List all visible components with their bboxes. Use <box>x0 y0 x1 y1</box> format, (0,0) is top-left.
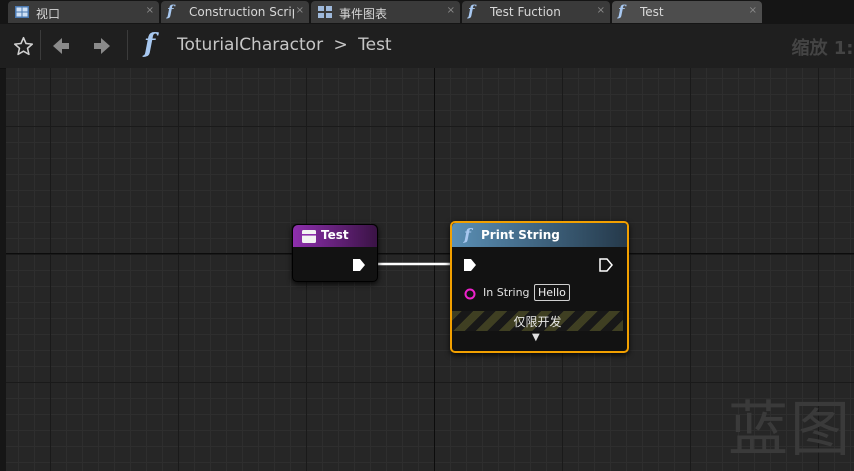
exec-output-pin-icon[interactable] <box>351 258 367 272</box>
development-only-label: 仅限开发 <box>513 315 562 329</box>
function-icon: f <box>464 225 471 244</box>
blueprint-watermark: 蓝图 <box>728 395 852 465</box>
exec-input-pin-icon[interactable] <box>462 258 478 272</box>
string-pin-icon[interactable] <box>464 288 477 300</box>
exec-wire <box>366 262 466 266</box>
function-entry-icon <box>302 230 316 243</box>
input-label: In String <box>483 286 530 299</box>
expand-arrow-icon[interactable]: ▼ <box>532 332 540 343</box>
in-string-input[interactable]: Hello <box>534 284 570 301</box>
exec-output-pin-icon[interactable] <box>598 258 614 272</box>
node-title: Print String <box>481 228 560 242</box>
node-title: Test <box>321 228 349 242</box>
print-string-node[interactable]: f Print String In String Hello 仅限开发 ▼ <box>450 221 629 353</box>
function-entry-node[interactable]: Test <box>292 224 378 282</box>
